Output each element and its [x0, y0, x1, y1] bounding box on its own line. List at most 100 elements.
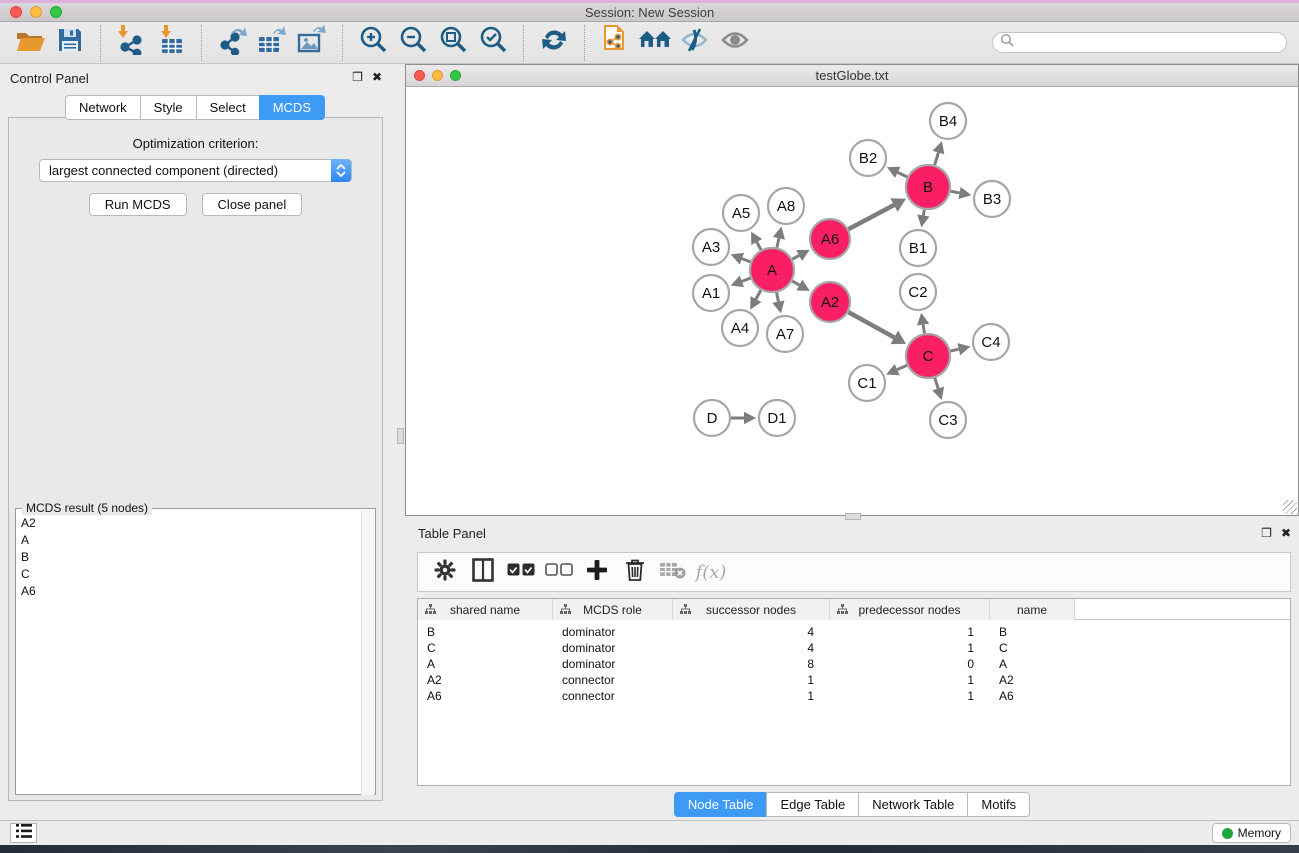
graph-node-d1[interactable]: D1 [759, 400, 795, 436]
table-row[interactable]: Cdominator41C [418, 640, 1290, 656]
new-network-from-file-button[interactable] [595, 26, 635, 60]
graph-edge-b-b3[interactable] [951, 187, 972, 199]
graph-node-b3[interactable]: B3 [974, 181, 1010, 217]
graph-node-a8[interactable]: A8 [768, 188, 804, 224]
column-header-predecessor-nodes[interactable]: predecessor nodes [830, 599, 990, 620]
home-button[interactable] [635, 26, 675, 60]
close-panel-icon[interactable]: ✖ [372, 70, 382, 84]
open-session-button[interactable] [10, 26, 50, 60]
minimize-window-button[interactable] [30, 6, 42, 18]
graph-edge-a-a2[interactable] [792, 280, 810, 291]
table-cell[interactable]: connector [553, 672, 673, 688]
table-cell[interactable]: 4 [673, 640, 830, 656]
table-cell[interactable]: C [990, 640, 1075, 656]
graph-node-a7[interactable]: A7 [767, 316, 803, 352]
graph-node-a1[interactable]: A1 [693, 275, 729, 311]
zoom-window-button[interactable] [50, 6, 62, 18]
table-cell[interactable]: A2 [990, 672, 1075, 688]
tab-edge-table[interactable]: Edge Table [766, 792, 858, 817]
graph-node-a3[interactable]: A3 [693, 229, 729, 265]
table-row[interactable]: Bdominator41B [418, 624, 1290, 640]
table-cell[interactable]: A [990, 656, 1075, 672]
graph-edge-d-d1[interactable] [731, 412, 756, 424]
zoom-out-button[interactable] [393, 26, 433, 60]
save-session-button[interactable] [50, 26, 90, 60]
export-image-button[interactable] [292, 26, 332, 60]
result-item[interactable]: C [17, 565, 362, 582]
network-window-titlebar[interactable]: testGlobe.txt [406, 65, 1298, 87]
tab-mcds[interactable]: MCDS [259, 95, 325, 120]
table-cell[interactable]: 8 [673, 656, 830, 672]
graph-node-d[interactable]: D [694, 400, 730, 436]
table-cell[interactable]: A2 [418, 672, 553, 688]
mcds-result-list[interactable]: A2ABCA6 [17, 514, 362, 790]
graph-edge-b-b2[interactable] [887, 167, 907, 178]
hide-panels-button[interactable] [675, 26, 715, 60]
column-header-shared-name[interactable]: shared name [418, 599, 553, 620]
export-network-button[interactable] [212, 26, 252, 60]
result-item[interactable]: B [17, 548, 362, 565]
graph-node-c1[interactable]: C1 [849, 365, 885, 401]
graph-edge-a-a5[interactable] [751, 231, 762, 249]
resize-grip-icon[interactable] [1283, 500, 1297, 514]
graph-edge-a-a1[interactable] [731, 276, 751, 288]
table-cell[interactable]: 1 [830, 672, 990, 688]
graph-edge-a-a4[interactable] [750, 290, 761, 309]
table-cell[interactable]: C [418, 640, 553, 656]
float-panel-icon[interactable]: ❒ [352, 70, 363, 84]
show-columns-button[interactable] [464, 556, 502, 588]
delete-table-button[interactable] [654, 556, 692, 588]
table-cell[interactable]: 4 [673, 624, 830, 640]
graph-node-a4[interactable]: A4 [722, 310, 758, 346]
table-cell[interactable]: 1 [830, 624, 990, 640]
minimize-network-button[interactable] [432, 70, 443, 81]
graph-edge-c-c3[interactable] [932, 378, 944, 400]
vertical-splitter-handle[interactable] [397, 428, 404, 444]
table-cell[interactable]: A6 [990, 688, 1075, 704]
table-row[interactable]: A2connector11A2 [418, 672, 1290, 688]
table-cell[interactable]: 1 [830, 688, 990, 704]
tab-network[interactable]: Network [65, 95, 140, 120]
zoom-network-button[interactable] [450, 70, 461, 81]
table-cell[interactable]: 0 [830, 656, 990, 672]
graph-edge-a-a7[interactable] [772, 293, 784, 314]
graph-node-a5[interactable]: A5 [723, 195, 759, 231]
graph-edge-b-b1[interactable] [917, 210, 929, 228]
column-header-mcds-role[interactable]: MCDS role [553, 599, 673, 620]
search-input[interactable] [1014, 36, 1286, 50]
table-row[interactable]: A6connector11A6 [418, 688, 1290, 704]
search-box[interactable] [992, 32, 1287, 53]
zoom-in-button[interactable] [353, 26, 393, 60]
mcds-result-scrollbar[interactable] [361, 510, 374, 795]
graph-node-a6[interactable]: A6 [810, 219, 850, 259]
close-panel-icon[interactable]: ✖ [1281, 526, 1291, 540]
float-panel-icon[interactable]: ❒ [1261, 526, 1272, 540]
table-cell[interactable]: A6 [418, 688, 553, 704]
graph-node-b4[interactable]: B4 [930, 103, 966, 139]
delete-column-button[interactable] [616, 556, 654, 588]
tab-network-table[interactable]: Network Table [858, 792, 967, 817]
result-item[interactable]: A [17, 531, 362, 548]
run-mcds-button[interactable]: Run MCDS [89, 193, 187, 216]
graph-edge-a-a8[interactable] [773, 227, 785, 248]
graph-node-b[interactable]: B [906, 165, 950, 209]
result-item[interactable]: A6 [17, 582, 362, 599]
show-panels-button[interactable] [715, 26, 755, 60]
graph-edge-a6-b[interactable] [849, 198, 906, 229]
graph-node-c3[interactable]: C3 [930, 402, 966, 438]
graph-edge-a-a6[interactable] [792, 250, 809, 261]
graph-node-b2[interactable]: B2 [850, 140, 886, 176]
import-network-button[interactable] [111, 26, 151, 60]
table-cell[interactable]: dominator [553, 640, 673, 656]
table-cell[interactable]: 1 [673, 672, 830, 688]
network-canvas[interactable]: B4B2BB3A5A8A6A3AB1A1A2C2A4A7C4CC1DD1C3 [406, 87, 1298, 514]
zoom-selected-button[interactable] [473, 26, 513, 60]
import-table-button[interactable] [151, 26, 191, 60]
task-history-button[interactable] [10, 823, 37, 843]
add-column-button[interactable] [578, 556, 616, 588]
refresh-network-button[interactable] [534, 26, 574, 60]
export-table-button[interactable] [252, 26, 292, 60]
column-header-name[interactable]: name [990, 599, 1075, 620]
zoom-fit-button[interactable] [433, 26, 473, 60]
graph-edge-c-c2[interactable] [917, 313, 929, 334]
